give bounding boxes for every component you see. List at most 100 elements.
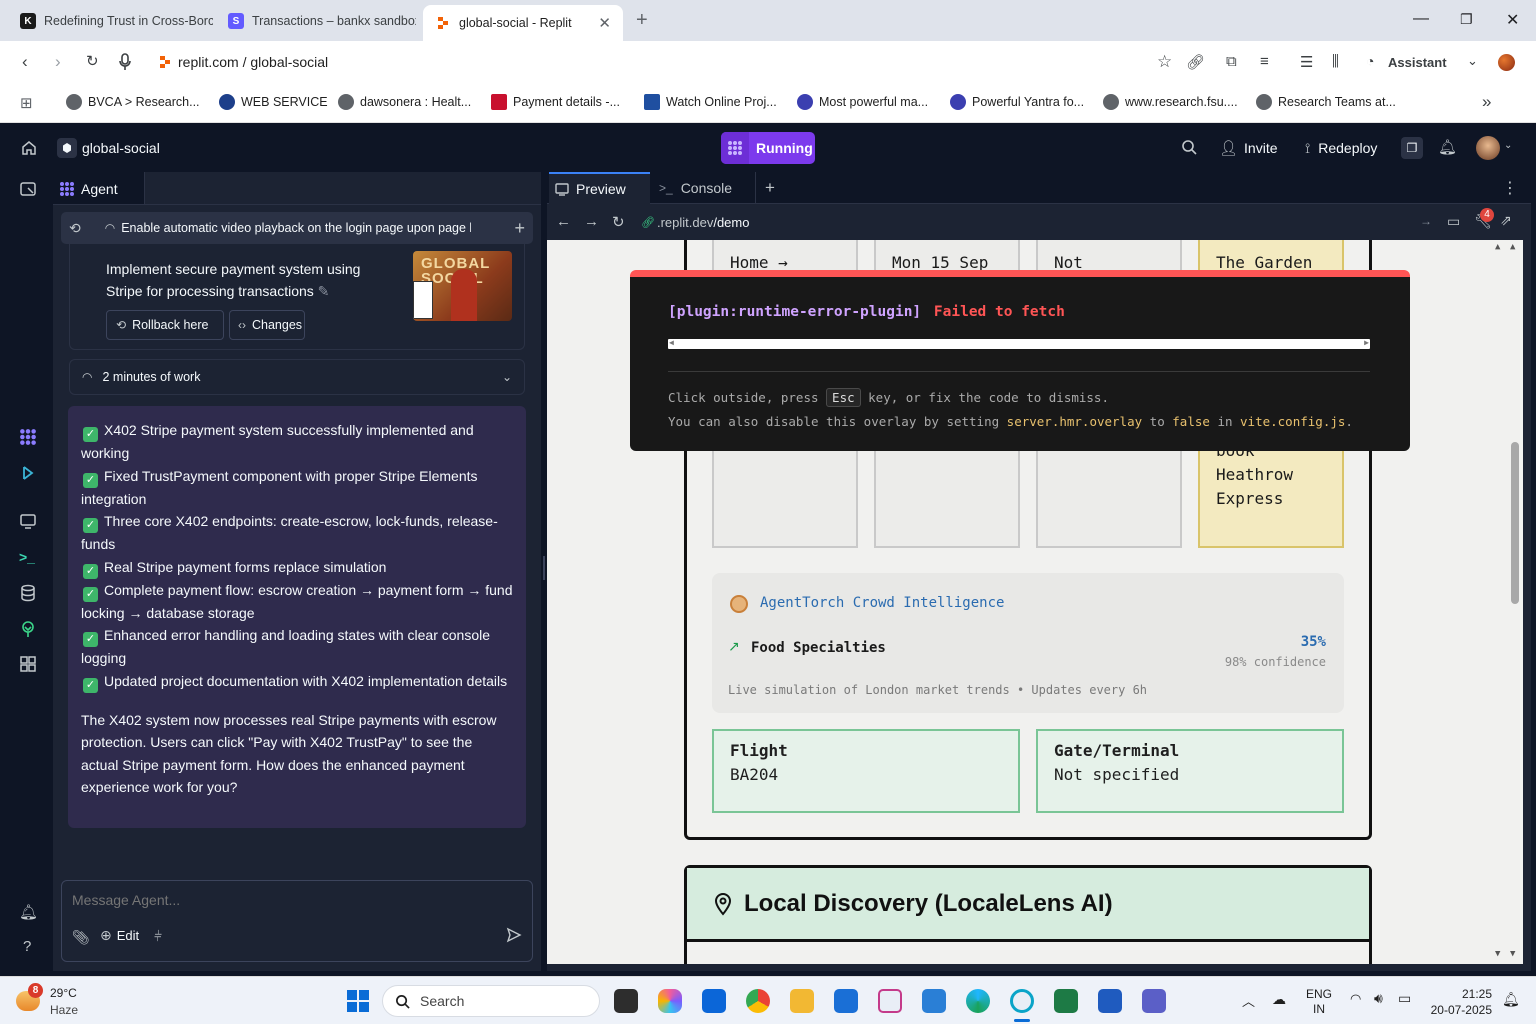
restore-icon[interactable]: ❐ (1460, 11, 1473, 28)
microphone-icon[interactable] (118, 53, 132, 71)
scroll-down-icon[interactable]: ▼ (1510, 949, 1515, 959)
notepad-icon[interactable] (922, 989, 946, 1013)
address-input[interactable]: replit.com / global-social (178, 54, 328, 70)
bookmark-item[interactable]: Watch Online Proj... (644, 94, 777, 110)
reload-icon[interactable]: ↻ (612, 213, 625, 231)
trello-icon[interactable] (702, 989, 726, 1013)
clock[interactable]: 21:25 20-07-2025 (1430, 986, 1492, 1018)
open-external-icon[interactable]: ⇗ (1500, 212, 1512, 229)
preview-rail-icon[interactable] (19, 512, 37, 530)
tab-agent[interactable]: Agent (53, 172, 145, 205)
all-tools-icon[interactable] (19, 655, 37, 673)
chevron-down-icon[interactable]: ⌄ (1467, 53, 1478, 69)
browser-tab-active[interactable]: global-social - Replit ✕ (423, 5, 623, 41)
scrollbar-thumb[interactable] (1511, 442, 1519, 604)
agent-task-header[interactable]: ⟲ ◠ Enable automatic video playback on t… (61, 212, 533, 244)
bookmark-item[interactable]: Powerful Yantra fo... (950, 94, 1084, 110)
more-options-icon[interactable]: ⋮ (1502, 178, 1518, 198)
project-name[interactable]: global-social (82, 140, 160, 156)
console-rail-icon[interactable]: >_ (19, 549, 37, 567)
browser-tab-1[interactable]: K Redefining Trust in Cross-Borc (8, 6, 213, 36)
forward-icon[interactable]: → (584, 213, 599, 230)
excel-icon[interactable] (1054, 989, 1078, 1013)
scrollbar[interactable]: ▲ ▼ (1507, 240, 1523, 964)
user-avatar[interactable] (1476, 136, 1500, 160)
scroll-left-icon[interactable]: ◀ (669, 338, 674, 347)
onedrive-icon[interactable]: ☁ (1272, 991, 1286, 1008)
snipping-tool-icon[interactable] (878, 989, 902, 1013)
attach-icon[interactable]: 📎︎ (72, 929, 90, 946)
deploy-rail-icon[interactable] (19, 464, 37, 482)
pencil-icon[interactable]: ✎ (318, 283, 330, 299)
help-icon[interactable]: ? (23, 938, 41, 956)
alerts-icon[interactable]: 🔔︎ (19, 903, 38, 921)
bookmark-item[interactable]: Most powerful ma... (797, 94, 928, 110)
send-icon[interactable] (506, 927, 522, 943)
close-window-icon[interactable]: ✕ (1506, 10, 1519, 30)
go-arrow-icon[interactable]: → (1420, 214, 1432, 228)
home-icon[interactable] (21, 140, 37, 156)
vite-error-overlay[interactable]: [plugin:runtime-error-plugin] Failed to … (630, 270, 1410, 451)
copilot-icon[interactable] (658, 989, 682, 1013)
active-browser-icon[interactable] (1010, 989, 1034, 1013)
bookmark-item[interactable]: Research Teams at... (1256, 94, 1396, 110)
weather-widget[interactable]: 8 29°C Haze (16, 983, 116, 1019)
back-icon[interactable]: ‹ (22, 52, 28, 72)
rollback-button[interactable]: ⟲ Rollback here (106, 310, 224, 340)
back-icon[interactable]: ← (556, 213, 571, 230)
chrome-icon[interactable] (746, 989, 770, 1013)
reload-icon[interactable]: ↻ (86, 52, 99, 70)
task-view-icon[interactable] (614, 989, 638, 1013)
bookmark-item[interactable]: Payment details -... (491, 94, 620, 110)
battery-icon[interactable]: ▭ (1398, 990, 1411, 1007)
windows-start-icon[interactable] (346, 989, 370, 1013)
audio-bars-icon[interactable]: ⫼ (1332, 53, 1339, 70)
tab-console[interactable]: >_ Console (653, 172, 756, 204)
file-explorer-icon[interactable] (790, 989, 814, 1013)
forward-icon[interactable]: › (55, 52, 61, 72)
language-indicator[interactable]: ENG IN (1306, 987, 1332, 1017)
teams-icon[interactable] (1142, 989, 1166, 1013)
scroll-right-icon[interactable]: ▶ (1364, 338, 1369, 347)
tree-icon[interactable] (19, 620, 37, 638)
scroll-down-icon[interactable]: ▼ (1495, 949, 1500, 959)
close-tab-icon[interactable]: ✕ (598, 14, 611, 32)
redeploy-button[interactable]: ⟟ Redeploy (1297, 132, 1385, 164)
bookmark-item[interactable]: BVCA > Research... (66, 94, 200, 110)
invite-button[interactable]: 👤︎ Invite (1211, 132, 1286, 164)
notifications-icon[interactable]: 🔔︎ (1502, 991, 1520, 1008)
link-icon[interactable]: 🔗︎ (1186, 53, 1205, 71)
chevron-down-icon[interactable]: ⌄ (1504, 140, 1512, 151)
new-tab-icon[interactable]: + (636, 9, 648, 32)
splitter-handle[interactable] (543, 556, 545, 580)
sliders-icon[interactable]: ⫩ (154, 928, 162, 945)
wifi-icon[interactable]: ◠ (1350, 991, 1361, 1007)
add-tab-icon[interactable]: + (765, 178, 775, 198)
database-icon[interactable] (19, 584, 37, 602)
bookmark-item[interactable]: dawsonera : Healt... (338, 94, 471, 110)
agent-grid-icon[interactable] (19, 428, 37, 446)
edge-icon[interactable] (966, 989, 990, 1013)
copy-icon[interactable]: ❐ (1401, 137, 1423, 159)
bookmark-item[interactable]: WEB SERVICE (219, 94, 328, 110)
preview-url-input[interactable]: 🔗︎ .replit.dev /demo (635, 209, 1435, 235)
taskbar-search[interactable]: Search (382, 985, 600, 1017)
chevron-up-icon[interactable]: ︿ (1242, 991, 1255, 1010)
menu-lines-icon[interactable]: ☰ (1300, 53, 1313, 71)
changes-button[interactable]: ‹› Changes (229, 310, 305, 340)
tab-preview[interactable]: Preview (549, 172, 650, 204)
scroll-up-icon[interactable]: ▲ (1495, 242, 1500, 252)
minimize-icon[interactable]: — (1413, 10, 1429, 28)
bookmark-item[interactable]: www.research.fsu.... (1103, 94, 1238, 110)
work-summary[interactable]: ◠ 2 minutes of work ⌄ (69, 359, 525, 395)
run-button[interactable]: Running (721, 132, 815, 164)
bell-icon[interactable]: 🔔︎ (1438, 138, 1457, 156)
more-bookmarks-icon[interactable]: » (1482, 92, 1491, 112)
scroll-up-icon[interactable]: ▲ (1510, 242, 1515, 252)
history-icon[interactable]: ⟲ (69, 220, 81, 237)
profile-avatar[interactable] (1498, 54, 1515, 71)
extensions-icon[interactable]: ⧉ (1226, 53, 1237, 70)
new-chat-icon[interactable]: + (514, 218, 525, 239)
search-icon[interactable] (1181, 139, 1197, 155)
error-frame-scroll[interactable]: ◀ ▶ (668, 338, 1370, 349)
